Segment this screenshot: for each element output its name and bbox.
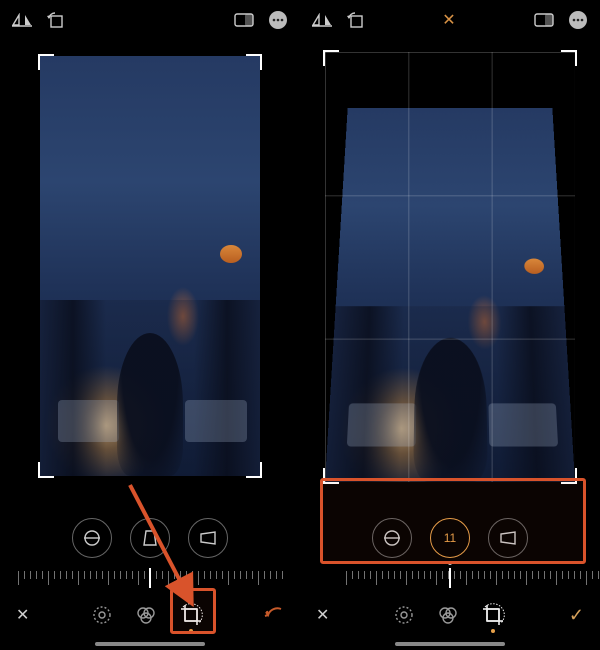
cancel-button[interactable]: ✕ (16, 605, 29, 625)
photo-preview[interactable] (40, 56, 260, 476)
rotate-icon[interactable] (346, 12, 364, 28)
perspective-vertical-button[interactable]: 11 (430, 518, 470, 558)
perspective-tools (0, 508, 300, 564)
cancel-button[interactable]: ✕ (316, 605, 329, 625)
top-toolbar (0, 0, 300, 40)
crop-icon[interactable] (481, 603, 505, 627)
straighten-button[interactable] (372, 518, 412, 558)
adjust-icon[interactable] (393, 604, 415, 626)
done-button[interactable]: ✓ (569, 605, 584, 626)
left-panel: ✕ (0, 0, 300, 650)
perspective-horizontal-button[interactable] (188, 518, 228, 558)
flip-horizontal-icon[interactable] (312, 13, 332, 27)
perspective-vertical-button[interactable] (130, 518, 170, 558)
aspect-ratio-icon[interactable] (234, 13, 254, 27)
undo-icon[interactable] (264, 606, 284, 624)
reset-button[interactable]: ✕ (442, 10, 455, 30)
crop-icon[interactable] (179, 603, 203, 627)
crop-handle-br[interactable] (561, 468, 577, 484)
crop-handle-bl[interactable] (323, 468, 339, 484)
adjust-icon[interactable] (91, 604, 113, 626)
filters-icon[interactable] (437, 604, 459, 626)
right-panel: ✕ 11 (300, 0, 600, 650)
crop-handle-br[interactable] (246, 462, 262, 478)
crop-handle-tl[interactable] (323, 50, 339, 66)
crop-canvas[interactable] (300, 40, 600, 508)
home-indicator (95, 642, 205, 646)
vertical-value: 11 (444, 531, 456, 545)
more-icon[interactable] (568, 10, 588, 30)
home-indicator (395, 642, 505, 646)
rotate-icon[interactable] (46, 12, 64, 28)
flip-horizontal-icon[interactable] (12, 13, 32, 27)
perspective-horizontal-button[interactable] (488, 518, 528, 558)
crop-handle-bl[interactable] (38, 462, 54, 478)
filters-icon[interactable] (135, 604, 157, 626)
more-icon[interactable] (268, 10, 288, 30)
bottom-toolbar: ✕ (0, 592, 300, 650)
bottom-toolbar: ✕ ✓ (300, 592, 600, 650)
angle-ruler[interactable] (0, 564, 300, 592)
top-toolbar: ✕ (300, 0, 600, 40)
straighten-button[interactable] (72, 518, 112, 558)
crop-handle-tr[interactable] (246, 54, 262, 70)
angle-ruler[interactable] (300, 564, 600, 592)
photo-preview[interactable] (325, 108, 575, 482)
perspective-tools: 11 (300, 508, 600, 564)
aspect-ratio-icon[interactable] (534, 13, 554, 27)
ruler-origin-dot (448, 564, 452, 565)
crop-handle-tl[interactable] (38, 54, 54, 70)
crop-handle-tr[interactable] (561, 50, 577, 66)
crop-canvas[interactable] (0, 40, 300, 508)
